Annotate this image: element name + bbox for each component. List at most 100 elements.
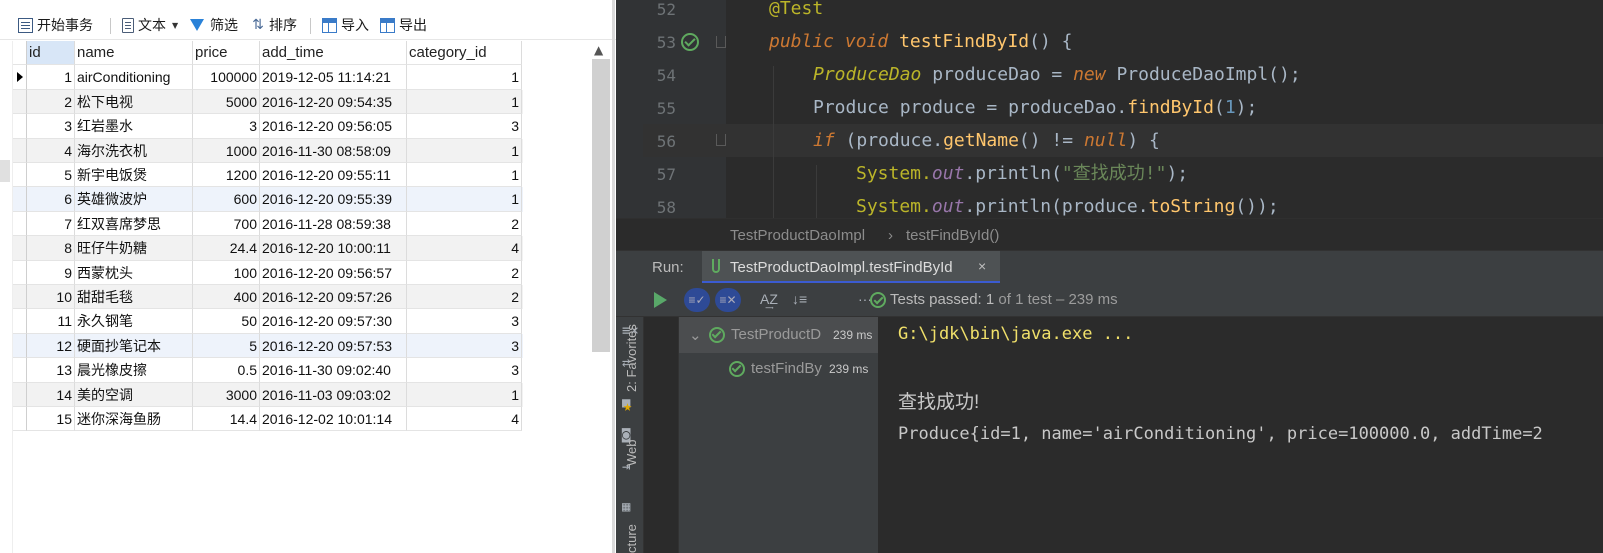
cell-add-time[interactable]: 2016-12-20 09:57:53 [260, 333, 407, 359]
cell-id[interactable]: 6 [27, 187, 75, 212]
cell-id[interactable]: 10 [27, 285, 75, 310]
cell-add-time[interactable]: 2016-12-20 09:55:11 [260, 163, 407, 188]
table-row[interactable]: 1 airConditioning 100000 2019-12-05 11:14:2… [13, 65, 523, 90]
favorites-tool-tab[interactable]: 2: Favorites [624, 324, 639, 392]
sort-alpha-icon[interactable]: A͢Z [760, 291, 778, 307]
cell-add-time[interactable]: 2016-11-30 08:58:09 [260, 138, 407, 163]
cell-price[interactable]: 3 [193, 114, 260, 139]
row-selector[interactable] [13, 358, 27, 383]
cell-add-time[interactable]: 2016-12-02 10:01:14 [260, 407, 407, 432]
table-row[interactable]: 6 英雄微波炉 600 2016-12-20 09:55:39 1 [13, 187, 523, 212]
cell-category-id[interactable]: 4 [407, 236, 522, 261]
layout-icon[interactable]: ▦ [622, 499, 630, 515]
cell-id[interactable]: 11 [27, 309, 75, 334]
row-selector[interactable] [13, 333, 27, 359]
cell-category-id[interactable]: 1 [407, 138, 522, 163]
table-row[interactable]: 5 新宇电饭煲 1200 2016-12-20 09:55:11 1 [13, 163, 523, 188]
sort-button[interactable]: ⇅ 排序 [251, 14, 297, 36]
import-button[interactable]: 导入 [322, 14, 369, 36]
row-selector[interactable] [13, 65, 27, 90]
cell-add-time[interactable]: 2016-11-03 09:03:02 [260, 382, 407, 407]
cell-price[interactable]: 14.4 [193, 407, 260, 432]
table-row[interactable]: 9 西蒙枕头 100 2016-12-20 09:56:57 2 [13, 260, 523, 285]
cell-category-id[interactable]: 1 [407, 187, 522, 212]
cell-price[interactable]: 3000 [193, 382, 260, 407]
cell-price[interactable]: 0.5 [193, 358, 260, 383]
cell-name[interactable]: 晨光橡皮擦 [75, 358, 193, 383]
cell-name[interactable]: 旺仔牛奶糖 [75, 236, 193, 261]
cell-add-time[interactable]: 2016-12-20 09:57:26 [260, 285, 407, 310]
row-selector[interactable] [13, 114, 27, 139]
code-line-53[interactable]: public void testFindById() { [769, 25, 1072, 58]
cell-category-id[interactable]: 2 [407, 260, 522, 285]
table-row[interactable]: 13 晨光橡皮擦 0.5 2016-11-30 09:02:40 3 [13, 358, 523, 383]
cell-price[interactable]: 100 [193, 260, 260, 285]
cell-add-time[interactable]: 2016-12-20 09:54:35 [260, 89, 407, 115]
cell-id[interactable]: 15 [27, 407, 75, 432]
show-passed-toggle-icon[interactable]: ≡✓ [684, 288, 710, 312]
row-selector[interactable] [13, 382, 27, 407]
fold-marker-icon[interactable] [716, 134, 726, 146]
row-selector[interactable] [13, 407, 27, 432]
cell-add-time[interactable]: 2016-12-20 09:56:57 [260, 260, 407, 285]
scrollbar-thumb[interactable] [592, 59, 610, 352]
dropdown-arrow-icon[interactable]: ▼ [172, 21, 178, 30]
cell-price[interactable]: 700 [193, 211, 260, 237]
header-corner[interactable] [13, 41, 27, 66]
cell-id[interactable]: 4 [27, 138, 75, 163]
rerun-play-icon[interactable] [654, 292, 667, 308]
expand-chevron-icon[interactable]: ⌄ [689, 326, 702, 344]
cell-name[interactable]: 硬面抄笔记本 [75, 333, 193, 359]
cell-id[interactable]: 9 [27, 260, 75, 285]
export-button[interactable]: 导出 [380, 14, 427, 36]
cell-price[interactable]: 50 [193, 309, 260, 334]
cell-category-id[interactable]: 1 [407, 65, 522, 90]
show-ignored-toggle-icon[interactable]: ≡✕ [715, 288, 741, 312]
cell-name[interactable]: 松下电视 [75, 89, 193, 115]
cell-price[interactable]: 400 [193, 285, 260, 310]
cell-name[interactable]: 红双喜席梦思 [75, 211, 193, 237]
table-row[interactable]: 8 旺仔牛奶糖 24.4 2016-12-20 10:00:11 4 [13, 236, 523, 261]
cell-name[interactable]: airConditioning [75, 65, 193, 90]
table-row[interactable]: 11 永久钢笔 50 2016-12-20 09:57:30 3 [13, 309, 523, 334]
cell-id[interactable]: 13 [27, 358, 75, 383]
column-header-id[interactable]: id [27, 41, 75, 66]
row-selector[interactable] [13, 163, 27, 188]
cell-add-time[interactable]: 2016-11-30 09:02:40 [260, 358, 407, 383]
cell-add-time[interactable]: 2016-11-28 08:59:38 [260, 211, 407, 237]
cell-price[interactable]: 5 [193, 333, 260, 359]
row-selector[interactable] [13, 236, 27, 261]
cell-add-time[interactable]: 2016-12-20 09:56:05 [260, 114, 407, 139]
table-row[interactable]: 10 甜甜毛毯 400 2016-12-20 09:57:26 2 [13, 285, 523, 310]
code-line-55[interactable]: Produce produce = produceDao.findById(1)… [813, 91, 1257, 124]
cell-price[interactable]: 1200 [193, 163, 260, 188]
row-selector[interactable] [13, 260, 27, 285]
column-header-price[interactable]: price [193, 41, 260, 66]
console-output[interactable]: G:\jdk\bin\java.exe ... 查找成功! Produce{id… [878, 317, 1603, 553]
cell-add-time[interactable]: 2019-12-05 11:14:21 [260, 65, 407, 90]
row-selector[interactable] [13, 309, 27, 334]
cell-name[interactable]: 迷你深海鱼肠 [75, 407, 193, 432]
scroll-up-icon[interactable]: ▲ [594, 43, 603, 57]
column-header-category-id[interactable]: category_id [407, 41, 522, 66]
pane-splitter[interactable] [612, 0, 615, 553]
table-row[interactable]: 14 美的空调 3000 2016-11-03 09:03:02 1 [13, 382, 523, 407]
cell-category-id[interactable]: 2 [407, 285, 522, 310]
cell-price[interactable]: 600 [193, 187, 260, 212]
cell-category-id[interactable]: 3 [407, 358, 522, 383]
cell-category-id[interactable]: 1 [407, 89, 522, 115]
run-config-tab[interactable]: TestProductDaoImpl.testFindById × [702, 251, 1000, 284]
sort-duration-icon[interactable]: ↓≡ [792, 291, 807, 307]
table-row[interactable]: 7 红双喜席梦思 700 2016-11-28 08:59:38 2 [13, 211, 523, 237]
cell-name[interactable]: 西蒙枕头 [75, 260, 193, 285]
fold-marker-icon[interactable] [716, 36, 726, 48]
cell-price[interactable]: 5000 [193, 89, 260, 115]
cell-category-id[interactable]: 1 [407, 163, 522, 188]
web-tool-tab[interactable]: Web [624, 440, 639, 467]
text-view-button[interactable]: 文本 ▼ [122, 14, 178, 36]
vertical-scrollbar[interactable]: ▲ [590, 41, 610, 352]
column-header-name[interactable]: name [75, 41, 193, 66]
cell-id[interactable]: 8 [27, 236, 75, 261]
console-line[interactable]: G:\jdk\bin\java.exe ... [898, 324, 1133, 344]
cell-name[interactable]: 新宇电饭煲 [75, 163, 193, 188]
